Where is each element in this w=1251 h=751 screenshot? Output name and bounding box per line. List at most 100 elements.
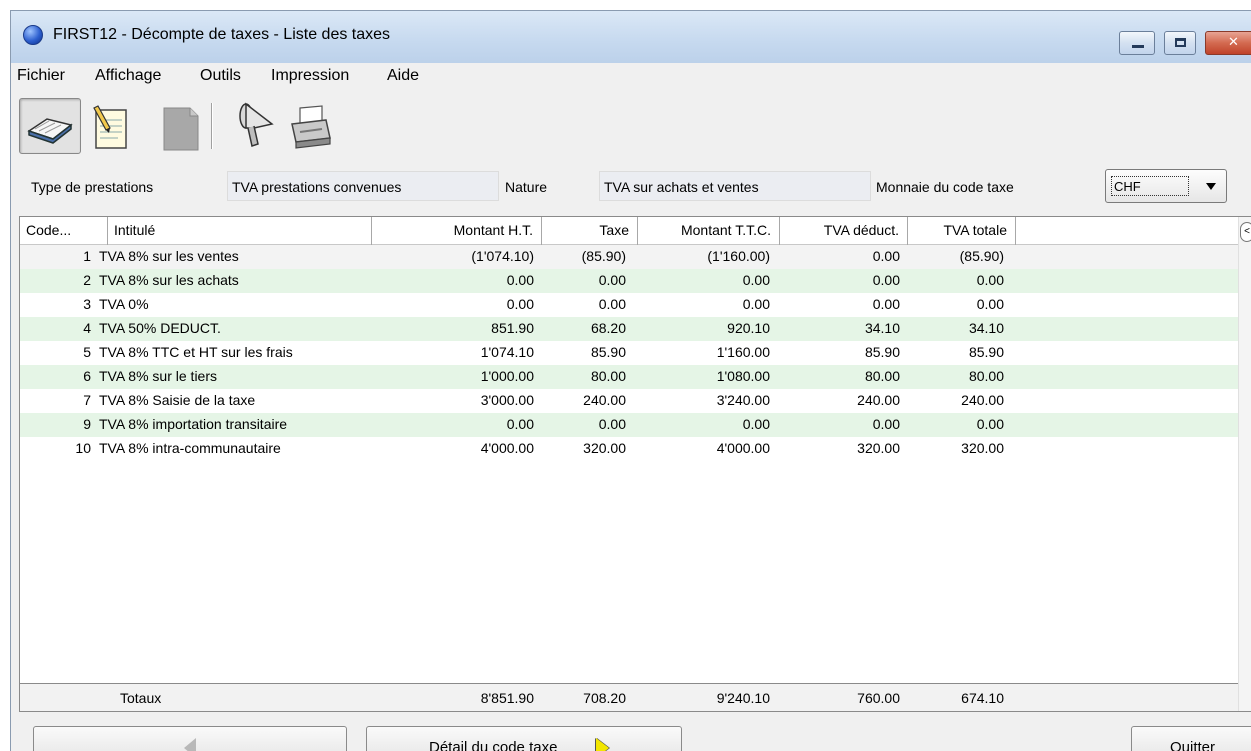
cell-tva-deduct: 0.00 bbox=[872, 416, 900, 432]
funnel-icon bbox=[239, 102, 274, 147]
document-gray-icon bbox=[163, 107, 199, 151]
cell-tva-totale: 85.90 bbox=[968, 344, 1004, 360]
print-button[interactable] bbox=[281, 98, 343, 154]
nature-field: TVA sur achats et ventes bbox=[599, 171, 871, 201]
cell-code: 4 bbox=[83, 320, 91, 336]
cell-taxe: 0.00 bbox=[598, 272, 626, 288]
arrow-right-icon bbox=[596, 738, 609, 751]
cell-tva-totale: (85.90) bbox=[959, 248, 1004, 264]
menu-aide[interactable]: Aide bbox=[387, 67, 419, 85]
close-button[interactable]: ✕ bbox=[1205, 31, 1251, 55]
cell-intitule: TVA 8% importation transitaire bbox=[99, 416, 288, 432]
vertical-scrollbar[interactable]: < bbox=[1238, 217, 1251, 711]
previous-button[interactable] bbox=[33, 726, 347, 751]
cell-taxe: 240.00 bbox=[583, 392, 626, 408]
maximize-icon bbox=[1175, 38, 1186, 47]
cell-intitule: TVA 8% intra-communautaire bbox=[99, 440, 281, 456]
cell-montant-ttc: (1'160.00) bbox=[707, 248, 770, 264]
cell-tva-totale: 34.10 bbox=[968, 320, 1004, 336]
table-row[interactable]: 10 TVA 8% intra-communautaire 4'000.00 3… bbox=[20, 437, 1238, 461]
cell-montant-ht: 0.00 bbox=[506, 296, 534, 312]
cell-intitule: TVA 8% Saisie de la taxe bbox=[99, 392, 256, 408]
book-icon bbox=[27, 118, 73, 144]
table-row[interactable]: 7 TVA 8% Saisie de la taxe 3'000.00 240.… bbox=[20, 389, 1238, 413]
cell-tva-totale: 320.00 bbox=[961, 440, 1004, 456]
column-header-montant-ttc[interactable]: Montant T.T.C. bbox=[638, 217, 780, 245]
chevron-down-icon bbox=[1206, 183, 1216, 190]
cell-montant-ttc: 1'080.00 bbox=[716, 368, 770, 384]
table-row[interactable]: 1 TVA 8% sur les ventes (1'074.10) (85.9… bbox=[20, 245, 1238, 269]
table-row[interactable]: 4 TVA 50% DEDUCT. 851.90 68.20 920.10 34… bbox=[20, 317, 1238, 341]
app-window: FIRST12 - Décompte de taxes - Liste des … bbox=[10, 10, 1251, 751]
cell-montant-ttc: 0.00 bbox=[742, 416, 770, 432]
totals-label: Totaux bbox=[120, 690, 162, 706]
column-header-tva-totale[interactable]: TVA totale bbox=[908, 217, 1016, 245]
table-row[interactable]: 2 TVA 8% sur les achats 0.00 0.00 0.00 0… bbox=[20, 269, 1238, 293]
notepad-pencil-icon bbox=[93, 105, 127, 149]
menu-impression[interactable]: Impression bbox=[271, 67, 349, 85]
cell-code: 3 bbox=[83, 296, 91, 312]
table-header: Code... Intitulé Montant H.T. Taxe Monta… bbox=[20, 217, 1251, 245]
quit-button[interactable]: Quitter bbox=[1131, 726, 1251, 751]
filter-bar: Type de prestations TVA prestations conv… bbox=[11, 169, 1251, 205]
cell-intitule: TVA 8% sur les ventes bbox=[99, 248, 239, 264]
cell-montant-ttc: 4'000.00 bbox=[716, 440, 770, 456]
minimize-icon bbox=[1132, 45, 1144, 48]
column-header-tva-deduct[interactable]: TVA déduct. bbox=[780, 217, 908, 245]
cell-taxe: 0.00 bbox=[598, 416, 626, 432]
cell-code: 1 bbox=[83, 248, 91, 264]
type-prestations-label: Type de prestations bbox=[31, 179, 154, 195]
filter-button[interactable] bbox=[223, 98, 285, 154]
column-header-code[interactable]: Code... bbox=[20, 217, 108, 245]
cell-montant-ttc: 3'240.00 bbox=[716, 392, 770, 408]
detail-code-taxe-button[interactable]: Détail du code taxe bbox=[366, 726, 682, 751]
detail-button-label: Détail du code taxe bbox=[429, 739, 558, 751]
total-montant-ht: 8'851.90 bbox=[480, 690, 534, 706]
toolbar bbox=[11, 95, 1251, 161]
total-taxe: 708.20 bbox=[583, 690, 626, 706]
table-row[interactable]: 3 TVA 0% 0.00 0.00 0.00 0.00 0.00 bbox=[20, 293, 1238, 317]
document-button[interactable] bbox=[151, 98, 213, 154]
cell-tva-deduct: 85.90 bbox=[864, 344, 900, 360]
close-icon: ✕ bbox=[1228, 34, 1239, 49]
cell-tva-deduct: 0.00 bbox=[872, 248, 900, 264]
collapse-icon[interactable]: < bbox=[1240, 222, 1251, 242]
title-bar: FIRST12 - Décompte de taxes - Liste des … bbox=[11, 11, 1251, 63]
menu-fichier[interactable]: Fichier bbox=[17, 67, 65, 85]
notepad-button[interactable] bbox=[83, 98, 145, 154]
total-tva-totale: 674.10 bbox=[961, 690, 1004, 706]
cell-montant-ttc: 0.00 bbox=[742, 272, 770, 288]
cell-montant-ttc: 920.10 bbox=[727, 320, 770, 336]
cell-taxe: 320.00 bbox=[583, 440, 626, 456]
column-header-taxe[interactable]: Taxe bbox=[542, 217, 638, 245]
cell-montant-ht: 851.90 bbox=[491, 320, 534, 336]
menu-affichage[interactable]: Affichage bbox=[95, 67, 161, 85]
table-row[interactable]: 5 TVA 8% TTC et HT sur les frais 1'074.1… bbox=[20, 341, 1238, 365]
maximize-button[interactable] bbox=[1164, 31, 1196, 55]
cell-code: 2 bbox=[83, 272, 91, 288]
table-row[interactable]: 6 TVA 8% sur le tiers 1'000.00 80.00 1'0… bbox=[20, 365, 1238, 389]
cell-montant-ht: (1'074.10) bbox=[471, 248, 534, 264]
column-header-intitule[interactable]: Intitulé bbox=[108, 217, 372, 245]
cell-montant-ht: 0.00 bbox=[506, 272, 534, 288]
table-row[interactable]: 9 TVA 8% importation transitaire 0.00 0.… bbox=[20, 413, 1238, 437]
cell-taxe: 0.00 bbox=[598, 296, 626, 312]
cell-intitule: TVA 8% sur le tiers bbox=[99, 368, 218, 384]
totals-row: Totaux 8'851.90 708.20 9'240.10 760.00 6… bbox=[20, 683, 1238, 711]
cell-code: 6 bbox=[83, 368, 91, 384]
cell-intitule: TVA 8% sur les achats bbox=[99, 272, 239, 288]
total-montant-ttc: 9'240.10 bbox=[716, 690, 770, 706]
menu-outils[interactable]: Outils bbox=[200, 67, 241, 85]
tax-table: Code... Intitulé Montant H.T. Taxe Monta… bbox=[19, 216, 1251, 712]
cell-tva-deduct: 320.00 bbox=[857, 440, 900, 456]
minimize-button[interactable] bbox=[1119, 31, 1155, 55]
column-header-montant-ht[interactable]: Montant H.T. bbox=[372, 217, 542, 245]
cell-code: 10 bbox=[75, 440, 91, 456]
currency-value: CHF bbox=[1111, 176, 1189, 196]
cell-tva-deduct: 80.00 bbox=[864, 368, 900, 384]
cell-code: 5 bbox=[83, 344, 91, 360]
cell-montant-ht: 1'000.00 bbox=[480, 368, 534, 384]
app-logo-icon bbox=[23, 25, 43, 45]
book-button[interactable] bbox=[19, 98, 81, 154]
currency-select[interactable]: CHF bbox=[1105, 169, 1227, 203]
